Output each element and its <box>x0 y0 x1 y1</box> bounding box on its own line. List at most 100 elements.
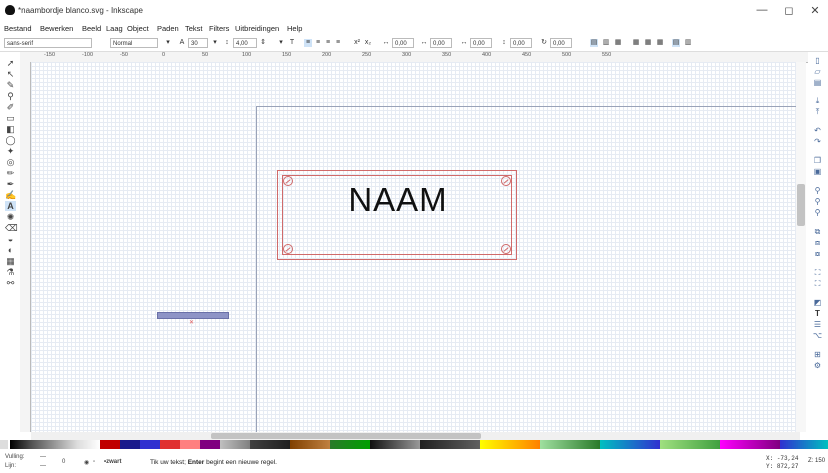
text-font-icon[interactable]: T <box>812 309 823 318</box>
horizontal-scrollbar[interactable] <box>31 432 800 440</box>
palette-swatch[interactable] <box>250 440 290 449</box>
superscript-icon[interactable]: x² <box>353 39 361 47</box>
menu-bestand[interactable]: Bestand <box>4 24 32 33</box>
dropper-tool-icon[interactable]: ⚗ <box>5 267 16 277</box>
zoom-selection-icon[interactable]: ⚲ <box>812 186 823 195</box>
text-direction-icon[interactable]: ▥ <box>684 39 692 47</box>
palette-swatch[interactable] <box>100 440 120 449</box>
writing-mode-icon[interactable]: ▦ <box>644 39 652 47</box>
writing-mode-icon[interactable]: ▦ <box>632 39 640 47</box>
font-family-field[interactable]: sans-serif <box>4 38 92 48</box>
open-file-icon[interactable]: ▱ <box>812 67 823 76</box>
text-input-cursor[interactable] <box>157 312 229 319</box>
letter-spacing-field[interactable]: 0,00 <box>392 38 414 48</box>
tweak-tool-icon[interactable]: ✎ <box>5 80 16 90</box>
maximize-button[interactable]: ◻ <box>779 4 799 17</box>
opacity-field[interactable]: 0 <box>62 459 65 465</box>
bold-toggle-icon[interactable]: T <box>288 39 296 47</box>
ungroup-icon[interactable]: ⛶ <box>812 279 823 288</box>
menu-filters[interactable]: Filters <box>209 24 229 33</box>
palette-swatch[interactable] <box>330 440 370 449</box>
palette-swatch[interactable] <box>720 440 780 449</box>
undo-icon[interactable]: ↶ <box>812 126 823 135</box>
mesh-tool-icon[interactable]: ▦ <box>5 256 16 266</box>
star-tool-icon[interactable]: ✦ <box>5 146 16 156</box>
palette-swatch[interactable] <box>200 440 220 449</box>
palette-swatch[interactable] <box>180 440 200 449</box>
font-style-select[interactable]: Normal <box>110 38 158 48</box>
duplicate-icon[interactable]: ⧉ <box>812 227 823 236</box>
palette-swatch[interactable] <box>600 440 660 449</box>
minimize-button[interactable]: — <box>752 4 772 16</box>
eraser-tool-icon[interactable]: ⌫ <box>5 223 18 233</box>
node-tool-icon[interactable]: ↖ <box>5 69 16 79</box>
align-center-icon[interactable]: ≡ <box>314 39 322 47</box>
align-distribute-icon[interactable]: ⊞ <box>812 350 823 359</box>
horizontal-text-icon[interactable]: ▤ <box>590 39 598 47</box>
palette-swatch[interactable] <box>370 440 420 449</box>
nameplate-outline[interactable]: NAAM <box>277 170 517 260</box>
gray-swatches[interactable] <box>10 440 100 449</box>
zoom-tool-icon[interactable]: ⚲ <box>5 91 16 101</box>
word-spacing-field[interactable]: 0,00 <box>430 38 452 48</box>
font-size-field[interactable]: 30 <box>188 38 208 48</box>
selector-tool-icon[interactable]: ➚ <box>5 58 16 68</box>
palette-swatch[interactable] <box>660 440 720 449</box>
current-layer-select[interactable]: •zwart <box>104 459 121 465</box>
paste-icon[interactable]: ▣ <box>812 167 823 176</box>
layers-icon[interactable]: ☰ <box>812 320 823 329</box>
lock-icon[interactable]: ▫ <box>93 459 95 465</box>
palette-swatch[interactable] <box>480 440 540 449</box>
print-icon[interactable]: ▤ <box>812 78 823 87</box>
none-swatch[interactable] <box>0 440 8 449</box>
align-left-icon[interactable]: ≡ <box>304 39 312 47</box>
copy-icon[interactable]: ❐ <box>812 156 823 165</box>
bucket-tool-icon[interactable]: ◒ <box>5 234 16 244</box>
dropdown-arrow-icon[interactable]: ▾ <box>211 39 219 47</box>
vertical-ruler[interactable] <box>20 62 31 432</box>
measure-tool-icon[interactable]: ✐ <box>5 102 16 112</box>
new-document-icon[interactable]: ▯ <box>812 56 823 65</box>
pencil-tool-icon[interactable]: ✏ <box>5 168 16 178</box>
spinner-icon[interactable]: ⇕ <box>259 39 267 47</box>
fill-indicator[interactable]: — <box>40 454 46 460</box>
vertical-text-icon[interactable]: ▥ <box>602 39 610 47</box>
group-icon[interactable]: ⛶ <box>812 268 823 277</box>
drawing-canvas[interactable]: NAAM ✕ <box>31 62 800 432</box>
menu-beeld[interactable]: Beeld <box>82 24 101 33</box>
palette-swatch[interactable] <box>290 440 330 449</box>
unlink-clone-icon[interactable]: ⧇ <box>812 249 823 258</box>
menu-laag[interactable]: Laag <box>106 24 123 33</box>
close-button[interactable]: ✕ <box>805 4 825 17</box>
text-direction-icon[interactable]: ▤ <box>672 39 680 47</box>
horizontal-scroll-thumb[interactable] <box>211 433 481 439</box>
align-right-icon[interactable]: ≡ <box>324 39 332 47</box>
zoom-page-icon[interactable]: ⚲ <box>812 208 823 217</box>
spiral-tool-icon[interactable]: ◎ <box>5 157 16 167</box>
calligraphy-tool-icon[interactable]: ✍ <box>5 190 16 200</box>
rect-tool-icon[interactable]: ▭ <box>5 113 16 123</box>
kerning-field[interactable]: 0,00 <box>470 38 492 48</box>
vertical-scrollbar[interactable] <box>796 62 806 432</box>
eye-icon[interactable]: ◉ <box>84 459 89 466</box>
stroke-indicator[interactable]: — <box>40 463 46 469</box>
menu-paden[interactable]: Paden <box>157 24 179 33</box>
align-justify-icon[interactable]: ≡ <box>334 39 342 47</box>
text-orientation-icon[interactable]: ▦ <box>614 39 622 47</box>
redo-icon[interactable]: ↷ <box>812 137 823 146</box>
menu-tekst[interactable]: Tekst <box>185 24 203 33</box>
text-tool-icon[interactable]: A <box>5 201 16 211</box>
palette-swatch[interactable] <box>220 440 250 449</box>
palette-swatch[interactable] <box>120 440 140 449</box>
line-spacing-field[interactable]: 4,00 <box>233 38 257 48</box>
ellipse-tool-icon[interactable]: ◯ <box>5 135 16 145</box>
connector-tool-icon[interactable]: ⚯ <box>5 278 16 288</box>
xml-editor-icon[interactable]: ⌥ <box>812 331 823 340</box>
vertical-shift-field[interactable]: 0,00 <box>510 38 532 48</box>
export-icon[interactable]: ⤒ <box>812 107 823 116</box>
subscript-icon[interactable]: x₂ <box>364 39 372 47</box>
3dbox-tool-icon[interactable]: ◧ <box>5 124 16 134</box>
fill-stroke-icon[interactable]: ◩ <box>812 298 823 307</box>
nameplate-text[interactable]: NAAM <box>278 181 518 219</box>
dropdown-arrow-icon[interactable]: ▾ <box>164 39 172 47</box>
